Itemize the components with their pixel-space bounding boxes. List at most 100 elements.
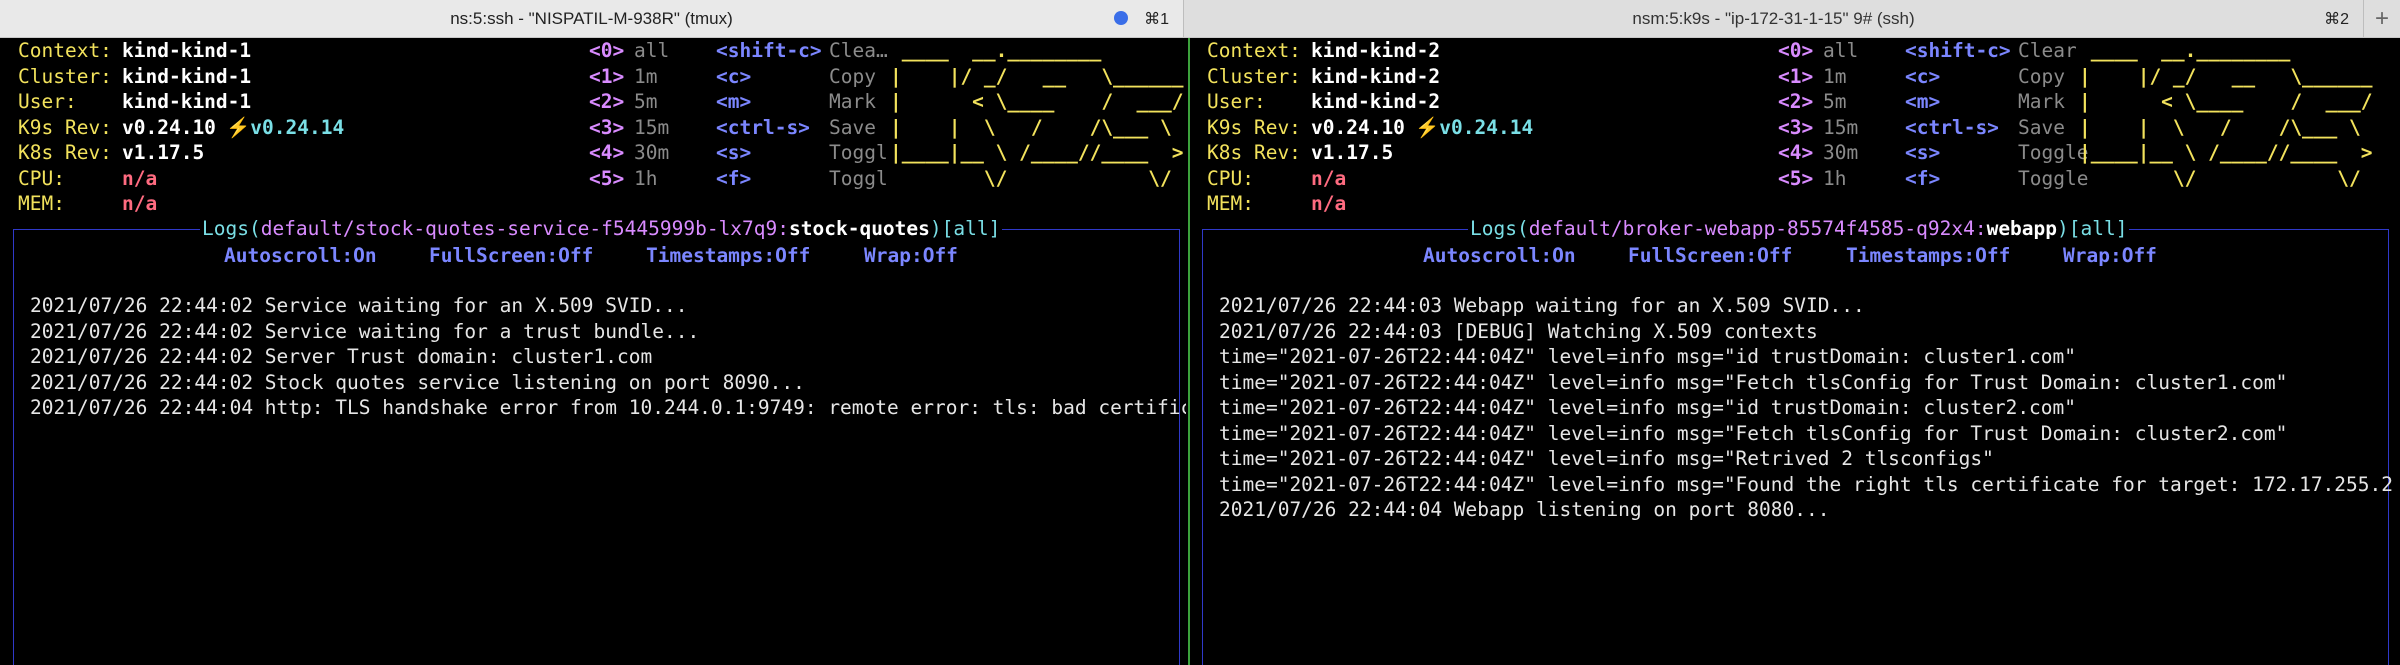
logo-line: | < \____ / ___/ [890, 90, 1184, 113]
mem-label: MEM: [1207, 192, 1254, 215]
logo-line: |____|__ \ /____//____ > [2079, 141, 2373, 164]
shortcut-label: Copy [2018, 64, 2065, 88]
cluster-label: Cluster: [1207, 64, 1301, 88]
pane-divider[interactable] [1188, 38, 1190, 665]
shortcut-label: Mark [829, 90, 876, 113]
logo-line: | |/ _/ __ \______ [2079, 64, 2373, 88]
cpu-label: CPU: [18, 166, 65, 190]
log-wrap-status: Wrap:Off [864, 244, 958, 267]
shortcut-key[interactable]: <2> [589, 89, 624, 115]
shortcut-label: 1m [634, 64, 658, 88]
shortcut-key[interactable]: <s> [716, 140, 751, 166]
shortcut-key[interactable]: <3> [589, 115, 624, 141]
shortcut-key[interactable]: <4> [589, 140, 624, 166]
mem-value: n/a [122, 192, 158, 215]
shortcut-key[interactable]: <0> [589, 38, 624, 64]
log-line: 2021/07/26 22:44:02 Service waiting for … [30, 294, 688, 317]
shortcut-label: 15m [1823, 115, 1859, 139]
logs-container-name: webapp [1986, 217, 2058, 240]
context-value: kind-kind-2 [1311, 39, 1441, 62]
cpu-value: n/a [1311, 166, 1347, 190]
shortcut-label: Toggl [829, 141, 888, 164]
logs-container-name: stock-quotes [789, 217, 930, 240]
cpu-label: CPU: [1207, 166, 1254, 190]
shortcut-key[interactable]: <ctrl-s> [716, 115, 810, 141]
cpu-value: n/a [122, 166, 158, 190]
shortcut-key[interactable]: <s> [1905, 140, 1940, 166]
terminal-pane-right[interactable]: Context: kind-kind-2 Cluster: kind-kind-… [1191, 38, 2400, 665]
shortcut-key[interactable]: <shift-c> [716, 38, 822, 64]
logs-title-prefix: Logs( [1470, 217, 1529, 240]
shortcut-label: 30m [1823, 141, 1859, 164]
shortcut-label: Toggle [2018, 166, 2089, 190]
shortcut-key[interactable]: <c> [1905, 64, 1940, 90]
logo-line: | |/ _/ __ \______ [890, 64, 1184, 88]
shortcut-label: 30m [634, 141, 670, 164]
tab-title: ns:5:ssh - "NISPATIL-M-938R" (tmux) [450, 8, 733, 28]
k8s-rev-label: K8s Rev: [1207, 141, 1301, 164]
shortcut-key[interactable]: <ctrl-s> [1905, 115, 1999, 141]
cluster-value: kind-kind-1 [122, 64, 252, 88]
tab-ssh-tmux[interactable]: ns:5:ssh - "NISPATIL-M-938R" (tmux) ⌘1 [0, 0, 1185, 37]
new-tab-plus-icon[interactable]: + [2363, 0, 2400, 37]
shortcut-key[interactable]: <shift-c> [1905, 38, 2011, 64]
activity-dot-icon [1114, 11, 1129, 25]
tab-k9s-ssh[interactable]: nsm:5:k9s - "ip-172-31-1-15" 9# (ssh) ⌘2 [1184, 0, 2364, 37]
shortcut-label: Clear [2018, 39, 2077, 62]
context-label: Context: [1207, 39, 1301, 62]
shortcut-label: Mark [2018, 90, 2065, 113]
tab-shortcut: ⌘2 [2324, 11, 2350, 28]
logs-title-suffix: ) [2057, 217, 2069, 240]
shortcut-key[interactable]: <f> [1905, 166, 1940, 192]
tab-title: nsm:5:k9s - "ip-172-31-1-15" 9# (ssh) [1632, 8, 1915, 28]
shortcut-key[interactable]: <2> [1778, 89, 1813, 115]
shortcut-key[interactable]: <5> [589, 166, 624, 192]
logs-pod-path: default/stock-quotes-service-f5445999b-l… [260, 217, 790, 240]
shortcut-label: 1h [1823, 166, 1847, 190]
user-label: User: [1207, 90, 1266, 113]
log-timestamps-status: Timestamps:Off [1846, 244, 2011, 267]
logo-line: | | \ / /\___ \ [890, 115, 1172, 139]
user-label: User: [18, 90, 77, 113]
mem-value: n/a [1311, 192, 1347, 215]
k9s-rev-value: v0.24.10 [1311, 115, 1405, 139]
shortcut-label: 1h [634, 166, 658, 190]
tab-shortcut: ⌘1 [1144, 11, 1170, 28]
shortcut-label: Save [2018, 115, 2065, 139]
log-timestamps-status: Timestamps:Off [646, 244, 811, 267]
tab-bar: ns:5:ssh - "NISPATIL-M-938R" (tmux) ⌘1 n… [0, 0, 2400, 38]
shortcut-label: Save [829, 115, 876, 139]
shortcut-key[interactable]: <m> [1905, 89, 1940, 115]
shortcut-key[interactable]: <1> [1778, 64, 1813, 90]
log-line: 2021/07/26 22:44:02 Service waiting for … [30, 319, 700, 343]
shortcut-key[interactable]: <3> [1778, 115, 1813, 141]
mem-label: MEM: [18, 192, 65, 215]
log-line: time="2021-07-26T22:44:04Z" level=info m… [1219, 447, 1994, 470]
log-autoscroll-status: Autoscroll:On [1423, 244, 1576, 267]
shortcut-key[interactable]: <1> [589, 64, 624, 90]
k9s-rev-label: K9s Rev: [1207, 115, 1301, 139]
shortcut-key[interactable]: <f> [716, 166, 751, 192]
shortcut-key[interactable]: <0> [1778, 38, 1813, 64]
log-autoscroll-status: Autoscroll:On [224, 244, 377, 267]
log-fullscreen-status: FullScreen:Off [429, 244, 594, 267]
log-line: time="2021-07-26T22:44:04Z" level=info m… [1219, 370, 2288, 394]
shortcut-key[interactable]: <5> [1778, 166, 1813, 192]
shortcut-label: Clea… [829, 39, 888, 62]
logo-line: \/ \/ [890, 166, 1172, 190]
logo-line: \/ \/ [2079, 166, 2361, 190]
shortcut-label: 5m [1823, 90, 1847, 113]
log-line: time="2021-07-26T22:44:04Z" level=info m… [1219, 345, 2077, 368]
log-line: time="2021-07-26T22:44:04Z" level=info m… [1219, 396, 2077, 419]
logs-title: Logs(default/stock-quotes-service-f54459… [200, 216, 1003, 242]
log-line: 2021/07/26 22:44:02 Server Trust domain:… [30, 345, 653, 368]
context-label: Context: [18, 39, 112, 62]
log-line: 2021/07/26 22:44:03 Webapp waiting for a… [1219, 294, 1865, 317]
shortcut-label: 1m [1823, 64, 1847, 88]
logo-line: |____|__ \ /____//____ > [890, 141, 1184, 164]
shortcut-key[interactable]: <m> [716, 89, 751, 115]
shortcut-key[interactable]: <c> [716, 64, 751, 90]
terminal-pane-left[interactable]: Context: kind-kind-1 Cluster: kind-kind-… [0, 38, 1186, 665]
user-value: kind-kind-1 [122, 90, 252, 113]
shortcut-key[interactable]: <4> [1778, 140, 1813, 166]
